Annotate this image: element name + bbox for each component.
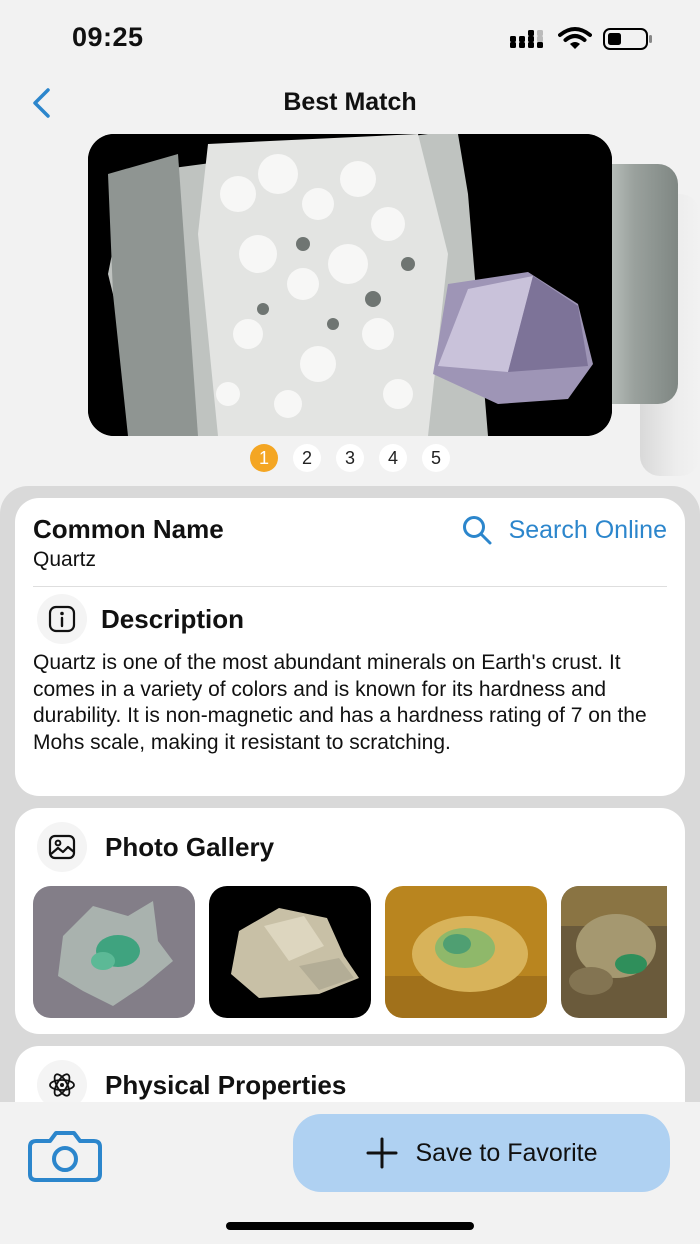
pager-dot-4[interactable]: 4 xyxy=(379,444,407,472)
identification-card: Common Name Quartz Search Online Descrip… xyxy=(15,498,685,796)
save-to-favorite-label: Save to Favorite xyxy=(415,1138,598,1167)
home-indicator xyxy=(226,1222,474,1230)
common-name-value: Quartz xyxy=(33,548,97,571)
divider xyxy=(33,586,667,587)
battery-icon xyxy=(603,28,652,50)
physical-properties-title: Physical Properties xyxy=(105,1070,347,1100)
common-name-label: Common Name xyxy=(33,514,224,544)
wifi-icon xyxy=(558,27,592,49)
save-to-favorite-button[interactable]: Save to Favorite xyxy=(293,1114,670,1192)
photo-gallery-card: Photo Gallery xyxy=(15,808,685,1034)
gallery-thumbnail-2[interactable] xyxy=(209,886,371,1018)
info-icon xyxy=(37,594,87,644)
search-online-label: Search Online xyxy=(508,515,667,544)
navigation-bar: Best Match xyxy=(0,76,700,128)
page-title: Best Match xyxy=(283,88,417,116)
pager-dot-1[interactable]: 1 xyxy=(250,444,278,472)
signal-icon xyxy=(510,30,543,48)
gallery-thumbnail-1[interactable] xyxy=(33,886,195,1018)
image-carousel[interactable] xyxy=(0,132,700,476)
gallery-thumbnail-3[interactable] xyxy=(385,886,547,1018)
photo-icon xyxy=(37,822,87,872)
plus-icon xyxy=(366,1137,398,1169)
description-text: Quartz is one of the most abundant miner… xyxy=(33,651,647,754)
status-time: 09:25 xyxy=(72,22,144,52)
photo-gallery-title: Photo Gallery xyxy=(105,832,275,862)
bottom-action-bar: Save to Favorite xyxy=(0,1102,700,1244)
gallery-thumbnail-4[interactable] xyxy=(561,886,667,1018)
status-bar: 09:25 xyxy=(0,0,700,70)
specimen-photo[interactable] xyxy=(88,134,612,436)
pager-dot-3[interactable]: 3 xyxy=(336,444,364,472)
gallery-thumbnails[interactable] xyxy=(33,886,667,1018)
pager-dot-2[interactable]: 2 xyxy=(293,444,321,472)
description-title: Description xyxy=(101,604,245,634)
pager-dot-5[interactable]: 5 xyxy=(422,444,450,472)
search-online-link[interactable]: Search Online xyxy=(461,514,667,546)
carousel-pager: 12345 xyxy=(0,444,700,474)
search-icon xyxy=(462,516,492,545)
quartz-specimen-image xyxy=(88,134,612,436)
camera-icon[interactable] xyxy=(28,1130,102,1182)
